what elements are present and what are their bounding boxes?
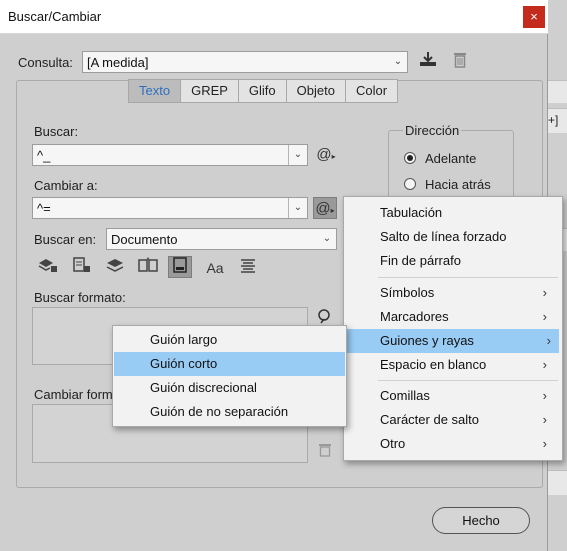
menu-item-otro[interactable]: Otro › bbox=[380, 432, 555, 456]
chevron-down-icon: ⌄ bbox=[393, 56, 403, 67]
find-value: ^_ bbox=[37, 148, 51, 163]
query-label: Consulta: bbox=[18, 55, 73, 70]
tab-bar: Texto GREP Glifo Objeto Color bbox=[128, 79, 399, 103]
menu-item-label: Marcadores bbox=[380, 309, 449, 324]
menu-item-label: Fin de párrafo bbox=[380, 253, 461, 268]
find-format-label: Buscar formato: bbox=[34, 290, 126, 305]
chevron-down-icon: ⌄ bbox=[322, 233, 332, 244]
master-pages-icon[interactable] bbox=[136, 256, 160, 279]
menu-item-guiones-rayas[interactable]: Guiones y rayas › bbox=[345, 329, 559, 353]
tab-objeto[interactable]: Objeto bbox=[287, 80, 346, 102]
radio-backward[interactable] bbox=[404, 178, 416, 190]
menu-item-label: Tabulación bbox=[380, 205, 443, 220]
title-bar: Buscar/Cambiar × bbox=[0, 0, 548, 34]
menu-item-label: Salto de línea forzado bbox=[380, 229, 507, 244]
background-panel-row bbox=[548, 80, 567, 103]
delete-query-icon[interactable] bbox=[448, 51, 472, 73]
search-in-select[interactable]: Documento ⌄ bbox=[106, 228, 337, 250]
backward-label: Hacia atrás bbox=[425, 177, 491, 192]
menu-item-simbolos[interactable]: Símbolos › bbox=[380, 281, 555, 305]
menu-item-salto-linea-forzado[interactable]: Salto de línea forzado bbox=[380, 225, 555, 249]
change-field[interactable]: ^= ⌄ bbox=[32, 197, 308, 219]
direction-label: Dirección bbox=[403, 123, 462, 138]
background-panel-row: +] bbox=[548, 108, 567, 133]
menu-item-label: Guiones y rayas bbox=[380, 333, 474, 348]
query-value: [A medida] bbox=[87, 55, 149, 70]
chevron-right-icon: › bbox=[542, 357, 547, 372]
clear-format-trash-icon[interactable] bbox=[313, 442, 337, 464]
radio-forward[interactable] bbox=[404, 152, 416, 164]
chevron-right-icon: › bbox=[542, 436, 547, 451]
dashes-submenu: Guión largo Guión corto Guión discrecion… bbox=[112, 325, 347, 427]
submenu-item-guion-largo[interactable]: Guión largo bbox=[114, 328, 345, 352]
menu-item-label: Otro bbox=[380, 436, 406, 451]
submenu-item-label: Guión corto bbox=[150, 356, 218, 371]
window-title: Buscar/Cambiar bbox=[8, 9, 102, 24]
chevron-right-icon: › bbox=[542, 412, 547, 427]
query-select[interactable]: [A medida] ⌄ bbox=[82, 51, 408, 73]
chevron-right-icon: › bbox=[542, 285, 547, 300]
submenu-item-label: Guión largo bbox=[150, 332, 218, 347]
find-field[interactable]: ^_ ⌄ bbox=[32, 144, 308, 166]
chevron-right-icon: › bbox=[542, 309, 547, 324]
menu-separator bbox=[378, 380, 558, 381]
chevron-right-icon: › bbox=[542, 388, 547, 403]
menu-item-tabulacion[interactable]: Tabulación bbox=[380, 201, 555, 225]
menu-item-label: Comillas bbox=[380, 388, 430, 403]
save-query-icon[interactable] bbox=[416, 51, 440, 73]
whole-word-icon[interactable] bbox=[236, 257, 260, 279]
done-button[interactable]: Hecho bbox=[432, 507, 530, 534]
change-label: Cambiar a: bbox=[34, 178, 98, 193]
menu-item-label: Espacio en blanco bbox=[380, 357, 487, 372]
forward-label: Adelante bbox=[425, 151, 477, 166]
menu-item-espacio-blanco[interactable]: Espacio en blanco › bbox=[380, 353, 555, 377]
case-sensitive-icon[interactable]: Aa bbox=[203, 257, 227, 279]
submenu-item-label: Guión de no separación bbox=[150, 404, 289, 419]
tab-grep[interactable]: GREP bbox=[181, 80, 239, 102]
menu-item-fin-parrafo[interactable]: Fin de párrafo bbox=[380, 249, 555, 273]
submenu-item-guion-discrecional[interactable]: Guión discrecional bbox=[114, 376, 345, 400]
find-label: Buscar: bbox=[34, 124, 79, 139]
submenu-item-guion-no-separacion[interactable]: Guión de no separación bbox=[114, 400, 345, 424]
footnotes-icon[interactable] bbox=[168, 256, 192, 278]
hidden-layers-icon[interactable] bbox=[103, 257, 127, 279]
menu-item-label: Carácter de salto bbox=[380, 412, 479, 427]
special-characters-change-icon[interactable]: @▸ bbox=[313, 197, 337, 219]
special-characters-menu: Tabulación Salto de línea forzado Fin de… bbox=[343, 196, 563, 461]
change-format-label: Cambiar form bbox=[34, 387, 113, 402]
menu-separator bbox=[378, 277, 558, 278]
search-in-value: Documento bbox=[111, 232, 178, 247]
chevron-right-icon: › bbox=[546, 333, 551, 348]
tab-texto[interactable]: Texto bbox=[129, 80, 182, 102]
background-text: +] bbox=[548, 113, 559, 127]
chevron-down-icon[interactable]: ⌄ bbox=[288, 198, 307, 218]
menu-item-label: Símbolos bbox=[380, 285, 435, 300]
chevron-down-icon[interactable]: ⌄ bbox=[288, 145, 307, 165]
close-button[interactable]: × bbox=[523, 6, 545, 28]
locked-layers-icon[interactable] bbox=[36, 257, 60, 279]
submenu-item-guion-corto[interactable]: Guión corto bbox=[114, 352, 345, 376]
tab-glifo[interactable]: Glifo bbox=[239, 80, 287, 102]
search-in-label: Buscar en: bbox=[34, 232, 97, 247]
background-panel-row bbox=[548, 470, 567, 495]
menu-item-comillas[interactable]: Comillas › bbox=[380, 384, 555, 408]
menu-item-marcadores[interactable]: Marcadores › bbox=[380, 305, 555, 329]
tab-color[interactable]: Color bbox=[346, 80, 397, 102]
locked-stories-icon[interactable] bbox=[70, 257, 94, 279]
special-characters-find-icon[interactable]: @▸ bbox=[314, 144, 338, 166]
submenu-item-label: Guión discrecional bbox=[150, 380, 257, 395]
change-value: ^= bbox=[37, 201, 51, 216]
menu-item-caracter-salto[interactable]: Carácter de salto › bbox=[380, 408, 555, 432]
